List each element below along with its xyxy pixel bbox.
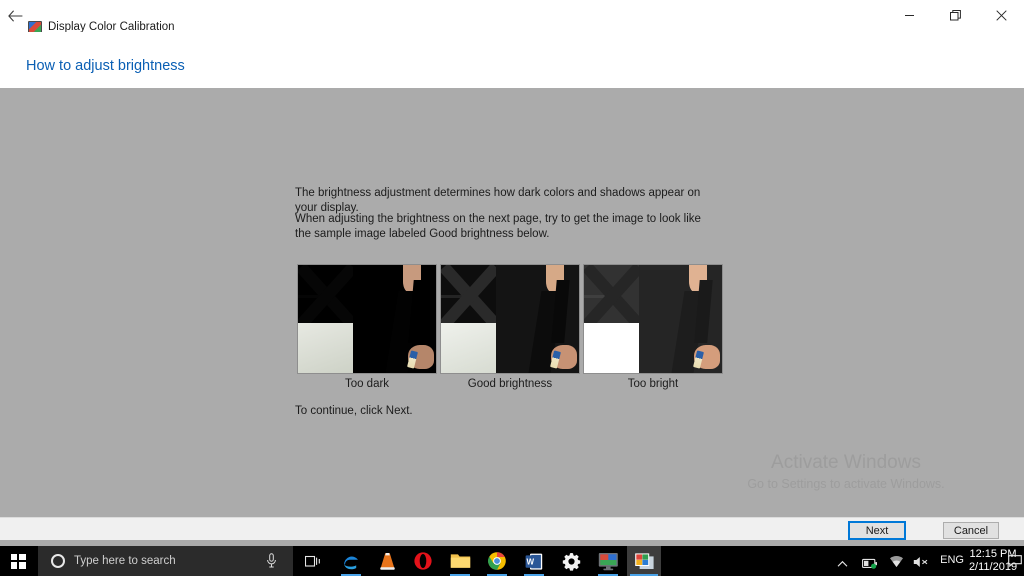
back-arrow-icon (7, 10, 22, 22)
caption-too-dark: Too dark (344, 378, 390, 390)
show-hidden-icons-chevron[interactable] (837, 555, 848, 573)
restore-icon (949, 9, 961, 20)
taskbar-app-settings[interactable] (554, 546, 588, 576)
taskbar-app-file-explorer[interactable] (443, 546, 477, 576)
taskbar-app-opera-browser[interactable] (406, 546, 440, 576)
word-icon: W (525, 553, 543, 570)
back-button[interactable] (2, 4, 28, 28)
caption-too-bright: Too bright (627, 378, 679, 390)
how-to-adjust-brightness-link[interactable]: How to adjust brightness (26, 57, 185, 75)
volume-muted-icon[interactable] (913, 555, 929, 573)
start-button[interactable] (0, 546, 36, 576)
edge-icon (344, 556, 358, 570)
taskbar-app-display-color-calibration[interactable] (591, 546, 625, 576)
cortana-circle-icon (51, 554, 65, 568)
brightness-instruction-paragraph: When adjusting the brightness on the nex… (295, 213, 701, 240)
taskbar-app-google-chrome[interactable] (480, 546, 514, 576)
windows-logo-icon (10, 553, 26, 569)
minimize-button[interactable] (886, 0, 932, 30)
task-view-button[interactable] (298, 546, 328, 576)
watermark-title: Activate Windows (771, 452, 921, 473)
display-monitor-icon (598, 552, 618, 570)
dialog-footer: Next Cancel (0, 517, 1024, 540)
search-placeholder-text: Type here to search (74, 555, 176, 567)
content-area: The brightness adjustment determines how… (0, 88, 1024, 517)
sample-image-too-dark (297, 264, 437, 374)
task-view-icon (305, 555, 320, 567)
action-center-icon[interactable] (1008, 554, 1022, 572)
sample-images-strip: Too dark Good brightness Too bright (297, 264, 724, 390)
battery-icon[interactable] (862, 556, 878, 574)
sample-image-good-brightness (440, 264, 580, 374)
caption-good-brightness: Good brightness (467, 378, 553, 390)
display-color-calibration-window: Display Color Calibration How to adjust … (0, 0, 1024, 540)
close-button[interactable] (978, 0, 1024, 30)
taskbar-app-vlc-media-player[interactable] (370, 546, 404, 576)
photos-icon (634, 552, 654, 569)
taskbar-app-microsoft-word[interactable]: W (517, 546, 551, 576)
title-bar: Display Color Calibration (0, 0, 1024, 35)
taskbar-app-photos-app[interactable] (627, 546, 661, 576)
windows-taskbar: Type here to search W ENG 12:15 PM 2/11/… (0, 546, 1024, 576)
taskbar-app-microsoft-edge[interactable] (334, 546, 368, 576)
vlc-cone-icon (379, 553, 395, 570)
opera-icon (414, 552, 432, 570)
svg-text:W: W (527, 557, 535, 566)
gear-icon (562, 552, 580, 571)
language-indicator[interactable]: ENG (940, 554, 964, 566)
close-icon (995, 9, 1007, 21)
search-input[interactable]: Type here to search (38, 546, 293, 576)
minimize-icon (904, 14, 914, 16)
cancel-button[interactable]: Cancel (943, 522, 999, 539)
next-button[interactable]: Next (848, 521, 906, 540)
folder-icon (450, 554, 470, 568)
page-header: How to adjust brightness (0, 32, 1024, 88)
continue-instruction: To continue, click Next. (295, 405, 413, 417)
wifi-icon[interactable] (889, 555, 904, 573)
watermark-subtitle: Go to Settings to activate Windows. (747, 477, 945, 491)
chrome-icon (488, 552, 506, 570)
activate-windows-watermark: Activate Windows Go to Settings to activ… (696, 451, 996, 493)
maximize-restore-button[interactable] (932, 0, 978, 30)
sample-image-too-bright (583, 264, 723, 374)
microphone-icon[interactable] (266, 553, 277, 573)
